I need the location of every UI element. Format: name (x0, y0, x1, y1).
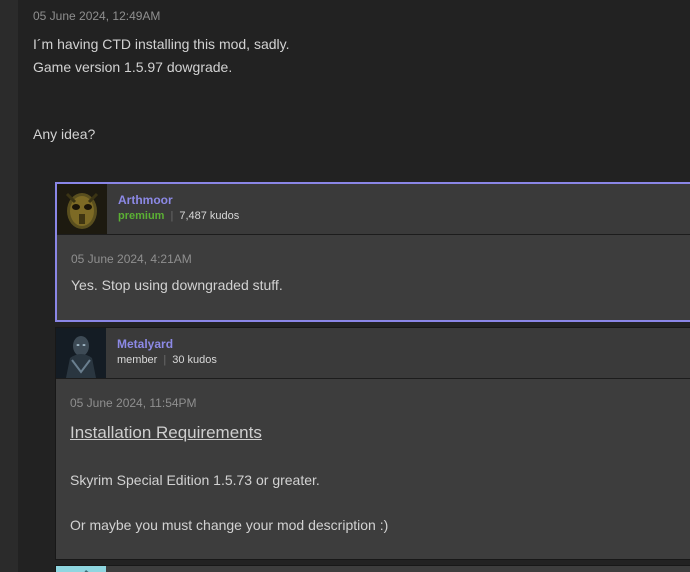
post-line: I´m having CTD installing this mod, sadl… (33, 36, 290, 52)
comment-thread: 05 June 2024, 12:49AM I´m having CTD ins… (18, 0, 690, 572)
reply-text: Skyrim Special Edition 1.5.73 or greater… (70, 472, 320, 488)
author-meta: premium | 7,487 kudos (118, 210, 239, 222)
post-timestamp: 05 June 2024, 12:49AM (33, 9, 161, 23)
reply-arthmoor: Arthmoor premium | 7,487 kudos 05 June 202… (55, 182, 690, 322)
meta-divider: | (163, 354, 167, 366)
page: 05 June 2024, 12:49AM I´m having CTD ins… (0, 0, 690, 572)
avatar[interactable] (56, 566, 106, 572)
post-line: Any idea? (33, 126, 96, 142)
reply-text: Yes. Stop using downgraded stuff. (71, 277, 283, 293)
author-meta: member | 30 kudos (117, 354, 217, 366)
meta-divider: | (170, 210, 174, 222)
rank-badge: member (117, 354, 158, 366)
reply-header: Metalyard member | 30 kudos (56, 328, 690, 379)
reply-metalyard: Metalyard member | 30 kudos 05 June 2024, … (55, 327, 690, 560)
author-name[interactable]: Arthmoor (118, 193, 173, 207)
installation-requirements-link[interactable]: Installation Requirements (70, 423, 262, 443)
reply-header: Arthmoor premium | 7,487 kudos (57, 184, 690, 235)
post-line: Game version 1.5.97 dowgrade. (33, 59, 233, 75)
kudos-count: 7,487 kudos (179, 210, 240, 222)
author-name[interactable]: Metalyard (117, 337, 173, 351)
kudos-count: 30 kudos (172, 354, 217, 366)
reply-timestamp: 05 June 2024, 4:21AM (71, 252, 192, 266)
reply-next (55, 565, 690, 572)
reply-text: Or maybe you must change your mod descri… (70, 517, 389, 533)
rank-badge: premium (118, 210, 165, 222)
avatar[interactable] (57, 184, 107, 234)
reply-timestamp: 05 June 2024, 11:54PM (70, 396, 197, 410)
avatar[interactable] (56, 328, 106, 378)
post-body: I´m having CTD installing this mod, sadl… (33, 33, 290, 146)
